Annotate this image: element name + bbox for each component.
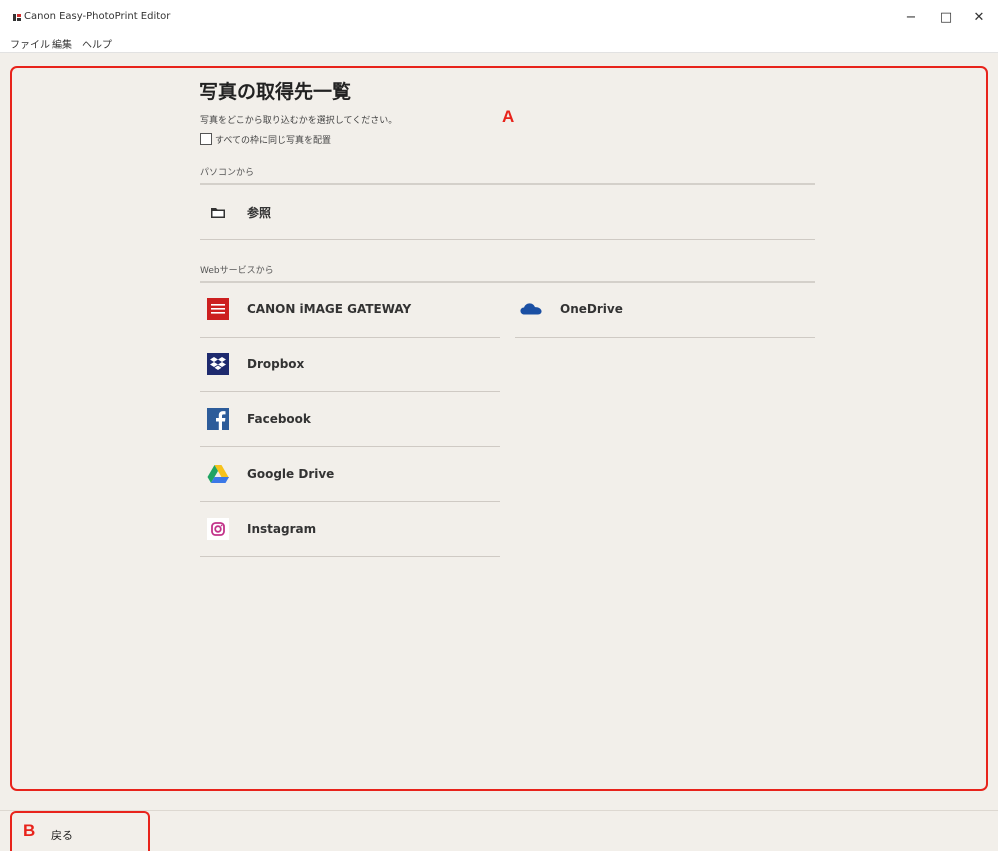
divider: [200, 391, 500, 392]
source-item-onedrive[interactable]: OneDrive: [513, 283, 815, 335]
callout-label-a: A: [502, 107, 515, 126]
same-photo-checkbox-row[interactable]: すべての枠に同じ写真を配置: [200, 132, 331, 146]
canon-image-gateway-icon: [207, 298, 229, 320]
google-drive-icon: [207, 463, 229, 485]
source-label-instagram: Instagram: [247, 522, 317, 536]
page-title: 写真の取得先一覧: [199, 81, 352, 103]
onedrive-icon: [520, 298, 542, 320]
callout-label-b: B: [23, 821, 36, 840]
dropbox-icon: [207, 353, 229, 375]
main-content: A 写真の取得先一覧 写真をどこから取り込むかを選択してください。 すべての枠に…: [0, 53, 998, 810]
web-section-label: Webサービスから: [200, 266, 274, 276]
instagram-icon: [207, 518, 229, 540]
app-logo-icon: [13, 14, 21, 21]
source-item-instagram[interactable]: Instagram: [200, 503, 500, 555]
same-photo-checkbox[interactable]: [200, 133, 212, 145]
source-item-facebook[interactable]: Facebook: [200, 393, 500, 445]
menu-help[interactable]: ヘルプ: [82, 36, 112, 51]
instruction-text: 写真をどこから取り込むかを選択してください。: [200, 116, 398, 126]
source-label-facebook: Facebook: [247, 412, 311, 426]
folder-icon: [207, 201, 229, 223]
maximize-button[interactable]: □: [932, 8, 960, 28]
source-item-google-drive[interactable]: Google Drive: [200, 448, 500, 500]
footer-bar: B 戻る: [0, 810, 998, 851]
title-bar: Canon Easy-PhotoPrint Editor − □ ✕: [0, 0, 998, 34]
menu-file[interactable]: ファイル: [10, 36, 50, 51]
menu-bar: ファイル 編集 ヘルプ: [0, 34, 998, 53]
facebook-icon: [207, 408, 229, 430]
divider: [200, 556, 500, 557]
source-item-dropbox[interactable]: Dropbox: [200, 338, 500, 390]
source-label-browse: 参照: [247, 205, 272, 220]
pc-section-divider: [200, 183, 815, 185]
menu-edit[interactable]: 編集: [52, 36, 72, 51]
same-photo-checkbox-label: すべての枠に同じ写真を配置: [215, 135, 332, 146]
window-title: Canon Easy-PhotoPrint Editor: [24, 11, 171, 22]
back-button-label: 戻る: [51, 829, 73, 842]
close-button[interactable]: ✕: [965, 8, 993, 28]
source-label-dropbox: Dropbox: [247, 357, 305, 371]
divider: [515, 337, 815, 338]
divider: [200, 501, 500, 502]
source-label-onedrive: OneDrive: [560, 302, 623, 316]
pc-section-label: パソコンから: [200, 168, 255, 178]
source-label-google-drive: Google Drive: [247, 467, 335, 481]
source-label-canon-image-gateway: CANON iMAGE GATEWAY: [247, 302, 412, 316]
source-item-canon-image-gateway[interactable]: CANON iMAGE GATEWAY: [200, 283, 500, 335]
divider: [200, 239, 815, 240]
minimize-button[interactable]: −: [897, 8, 925, 28]
source-item-browse[interactable]: 参照: [200, 186, 815, 238]
divider: [200, 446, 500, 447]
